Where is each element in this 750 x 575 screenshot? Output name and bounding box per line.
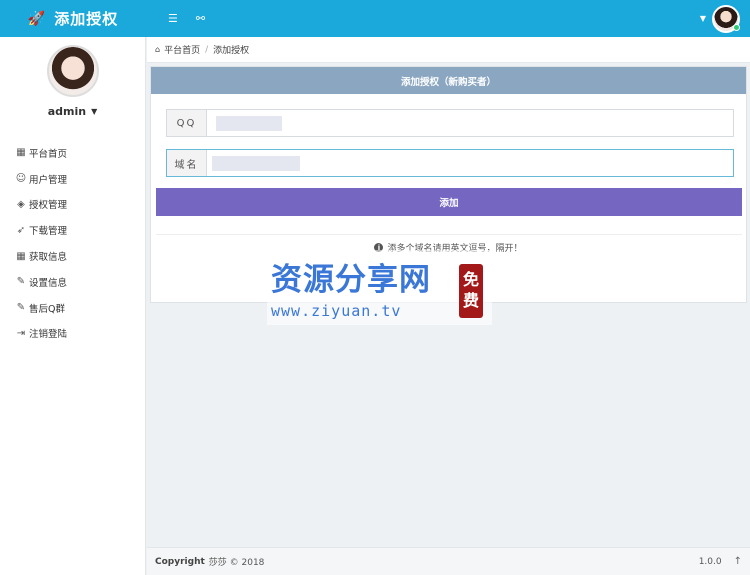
sidebar-item-label: 用户管理 bbox=[29, 174, 68, 186]
sidebar: admin ▼ ▦ 平台首页 ☺ 用户管理 ◈ 授权管理 ➶ 下载管理 ▦ 获取… bbox=[0, 37, 146, 575]
sidebar-item-label: 平台首页 bbox=[29, 148, 68, 160]
sidebar-item-label: 下载管理 bbox=[29, 226, 68, 238]
panel-title: 添加授权（新购买者） bbox=[151, 67, 746, 94]
profile: admin ▼ bbox=[0, 37, 145, 118]
brand[interactable]: 🚀 添加授权 bbox=[0, 0, 146, 37]
grid-icon: ▦ bbox=[16, 147, 26, 159]
domain-label: 域名 bbox=[167, 150, 207, 176]
sidebar-item-label: 注销登陆 bbox=[29, 329, 68, 341]
sidebar-menu: ▦ 平台首页 ☺ 用户管理 ◈ 授权管理 ➶ 下载管理 ▦ 获取信息 ✎ 设置信… bbox=[0, 140, 145, 346]
qq-input-group: QQ bbox=[166, 109, 734, 137]
watermark: 资源分享网 www.ziyuan.tv 免 费 bbox=[267, 250, 492, 325]
sidebar-item-logout[interactable]: ⇥ 注销登陆 bbox=[0, 321, 145, 347]
rocket-icon: ➶ bbox=[16, 224, 26, 236]
chevron-down-icon: ▼ bbox=[91, 107, 98, 116]
layers-icon: ◈ bbox=[17, 198, 25, 210]
sidebar-item-label: 获取信息 bbox=[29, 252, 68, 264]
copyright-text: 莎莎 © 2018 bbox=[208, 558, 265, 568]
sidebar-item-settings[interactable]: ✎ 设置信息 bbox=[0, 269, 145, 295]
sidebar-item-label: 售后Q群 bbox=[29, 303, 65, 315]
watermark-seal: 免 费 bbox=[459, 264, 483, 318]
grid-icon: ▦ bbox=[16, 250, 26, 262]
watermark-seal-bottom: 费 bbox=[462, 291, 479, 310]
add-button[interactable]: 添加 bbox=[156, 188, 742, 216]
breadcrumb: ⌂ 平台首页 / 添加授权 bbox=[147, 37, 750, 63]
redacted-domain-value bbox=[212, 156, 300, 171]
domain-input-group: 域名 bbox=[166, 149, 734, 177]
list-icon[interactable]: ☰ bbox=[168, 12, 178, 25]
logout-icon: ⇥ bbox=[16, 327, 26, 339]
sidebar-item-users[interactable]: ☺ 用户管理 bbox=[0, 166, 145, 192]
watermark-url: www.ziyuan.tv bbox=[271, 302, 402, 320]
footer: Copyright 莎莎 © 2018 1.0.0 ↑ bbox=[147, 547, 750, 575]
user-icon: ☺ bbox=[15, 173, 27, 185]
divider bbox=[156, 234, 742, 235]
online-status-dot bbox=[733, 23, 740, 31]
chevron-down-icon[interactable]: ▼ bbox=[700, 14, 706, 23]
top-navbar: 🚀 添加授权 ☰ ⚯ ▼ bbox=[0, 0, 750, 37]
version-text: 1.0.0 bbox=[698, 556, 722, 567]
watermark-seal-top: 免 bbox=[462, 270, 479, 290]
username-dropdown[interactable]: admin ▼ bbox=[48, 105, 98, 118]
copyright-label: Copyright bbox=[155, 556, 205, 567]
qq-label: QQ bbox=[167, 110, 207, 136]
brand-title: 添加授权 bbox=[54, 10, 119, 28]
sidebar-item-label: 设置信息 bbox=[29, 277, 68, 289]
sidebar-item-label: 授权管理 bbox=[29, 200, 68, 212]
breadcrumb-separator: / bbox=[205, 44, 209, 55]
sidebar-item-downloads[interactable]: ➶ 下载管理 bbox=[0, 217, 145, 243]
sidebar-item-home[interactable]: ▦ 平台首页 bbox=[0, 140, 145, 166]
scroll-top-icon[interactable]: ↑ bbox=[734, 556, 742, 567]
edit-icon: ✎ bbox=[16, 276, 26, 288]
username: admin bbox=[47, 105, 87, 118]
redacted-qq-value bbox=[216, 116, 282, 131]
profile-avatar[interactable] bbox=[46, 45, 99, 97]
sidebar-item-licenses[interactable]: ◈ 授权管理 bbox=[0, 192, 145, 218]
breadcrumb-current: 添加授权 bbox=[213, 46, 250, 56]
breadcrumb-home[interactable]: 平台首页 bbox=[164, 43, 200, 56]
avatar[interactable] bbox=[712, 4, 740, 33]
sidebar-item-fetch-info[interactable]: ▦ 获取信息 bbox=[0, 243, 145, 269]
rocket-icon: 🚀 bbox=[27, 10, 47, 27]
home-icon: ⌂ bbox=[155, 45, 161, 54]
edit-icon: ✎ bbox=[16, 302, 26, 314]
sidebar-item-support-group[interactable]: ✎ 售后Q群 bbox=[0, 295, 145, 321]
qq-input[interactable] bbox=[207, 110, 733, 136]
user-icon[interactable]: ⚯ bbox=[196, 12, 205, 25]
watermark-title: 资源分享网 bbox=[271, 262, 431, 298]
